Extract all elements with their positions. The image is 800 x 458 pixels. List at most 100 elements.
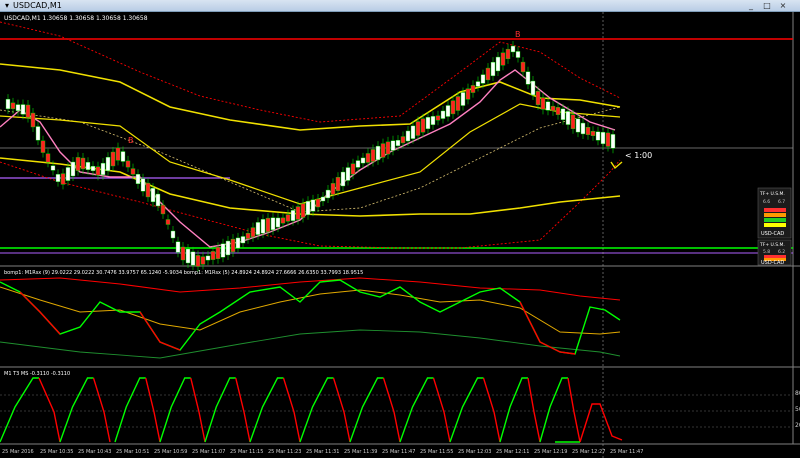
candle-body bbox=[295, 206, 301, 220]
candle-body bbox=[390, 140, 396, 151]
candle-body bbox=[45, 153, 51, 163]
candle-body bbox=[455, 96, 461, 111]
candle-body bbox=[585, 127, 591, 135]
candle-body bbox=[385, 141, 391, 155]
candle-body bbox=[305, 201, 311, 215]
t3-rising-segment bbox=[299, 377, 334, 443]
candle-body bbox=[475, 81, 481, 87]
candle-body bbox=[135, 174, 141, 184]
candle-body bbox=[5, 98, 11, 110]
candle-body bbox=[95, 166, 101, 176]
candle-body bbox=[575, 118, 581, 133]
chart-canvas[interactable]: USDCAD,M1 1.30658 1.30658 1.30658 1.3065… bbox=[0, 12, 800, 458]
candle-body bbox=[485, 67, 491, 81]
candle-body bbox=[550, 105, 556, 112]
candle-body bbox=[565, 111, 571, 125]
candle-body bbox=[35, 126, 41, 141]
t3-rising-segment bbox=[499, 377, 528, 443]
time-axis-label: 25 Mar 11:07 bbox=[192, 449, 225, 455]
time-axis-label: 25 Mar 11:47 bbox=[382, 449, 415, 455]
time-axis-label: 25 Mar 10:43 bbox=[78, 449, 111, 455]
candle-body bbox=[480, 74, 486, 84]
candle-body bbox=[155, 193, 161, 207]
t3-rising-segment bbox=[399, 377, 434, 443]
candle-body bbox=[215, 247, 221, 259]
candle-body bbox=[40, 140, 46, 153]
rsx-slow-line bbox=[0, 329, 621, 359]
t3-falling-segment bbox=[282, 377, 301, 443]
candle-body bbox=[265, 217, 271, 233]
candle-body bbox=[320, 196, 326, 202]
candle-body bbox=[225, 240, 231, 256]
candle-body bbox=[195, 255, 201, 267]
fast-ma-line bbox=[0, 69, 616, 248]
candle-body bbox=[345, 167, 351, 181]
candle-body bbox=[105, 157, 111, 171]
rsx-indicator-label: bomp1: M1Rsx (9) 29.0222 29.0222 30.7476… bbox=[4, 270, 363, 276]
candle-body bbox=[100, 162, 106, 176]
t3-falling-segment bbox=[567, 377, 581, 443]
t3-rising-segment bbox=[539, 377, 568, 443]
candle-body bbox=[535, 90, 541, 106]
candle-body bbox=[495, 56, 501, 72]
widget-value: 6.7 bbox=[778, 199, 785, 205]
candle-body bbox=[545, 101, 551, 111]
candle-body bbox=[240, 236, 246, 244]
signal-arrow bbox=[610, 161, 623, 170]
tf-widget-1[interactable]: TF+ U.S.M. 6.6 6.7 USD-CAD bbox=[757, 187, 792, 239]
candle-body bbox=[50, 165, 56, 171]
time-axis-label: 25 Mar 12:11 bbox=[496, 449, 529, 455]
t3-rising-segment bbox=[249, 377, 284, 443]
time-axis-label: 25 Mar 10:35 bbox=[40, 449, 73, 455]
time-axis-label: 25 Mar 11:15 bbox=[230, 449, 263, 455]
candle-body bbox=[340, 171, 346, 187]
candle-body bbox=[450, 100, 456, 115]
candle-body bbox=[370, 149, 376, 162]
minimize-button[interactable]: _ bbox=[744, 1, 758, 11]
candle-body bbox=[20, 104, 26, 115]
time-axis-label: 25 Mar 10:59 bbox=[154, 449, 187, 455]
candle-body bbox=[445, 105, 451, 117]
maximize-button[interactable]: □ bbox=[760, 1, 774, 11]
close-button[interactable]: × bbox=[776, 1, 790, 11]
candle-body bbox=[90, 166, 96, 171]
t3-falling-segment bbox=[482, 377, 501, 443]
time-axis-label: 25 Mar 2016 bbox=[2, 449, 34, 455]
t3-rising-segment bbox=[449, 377, 484, 443]
window-titlebar[interactable]: ▾ USDCAD,M1 _ □ × bbox=[0, 0, 800, 12]
candle-body bbox=[375, 145, 381, 161]
t3-rising-segment bbox=[0, 377, 39, 443]
time-axis-label: 25 Mar 12:19 bbox=[534, 449, 567, 455]
candle-body bbox=[160, 204, 166, 215]
t3-rising-segment bbox=[349, 377, 384, 443]
level-label: 20 bbox=[795, 422, 800, 429]
t3-falling-segment bbox=[38, 377, 61, 443]
candle-body bbox=[610, 134, 616, 149]
level-label: 50 bbox=[795, 406, 800, 413]
candle-body bbox=[15, 104, 21, 111]
candle-body bbox=[590, 131, 596, 136]
chart-icon: ▾ bbox=[4, 1, 9, 10]
tf-widget-2[interactable]: TF+ U.S.M. 5.8 6.2 USD-CAD bbox=[757, 239, 792, 266]
chart-window[interactable]: USDCAD,M1 1.30658 1.30658 1.30658 1.3065… bbox=[0, 12, 800, 458]
t3-falling-segment bbox=[92, 377, 111, 443]
candle-body bbox=[60, 173, 66, 185]
widget-value: 6.2 bbox=[778, 249, 785, 255]
level-label: 80 bbox=[795, 390, 800, 397]
widget-symbol: USD-CAD bbox=[761, 260, 784, 266]
candle-body bbox=[335, 177, 341, 191]
t3-rising-segment bbox=[59, 377, 94, 443]
time-axis-label: 25 Mar 11:39 bbox=[344, 449, 377, 455]
candle-body bbox=[395, 139, 401, 147]
widget-header: TF+ U.S.M. bbox=[759, 191, 785, 197]
candle-body bbox=[500, 52, 506, 66]
candle-body bbox=[600, 131, 606, 145]
candle-body bbox=[310, 199, 316, 212]
rsx-indicator-lines bbox=[0, 277, 621, 359]
candle-body bbox=[510, 45, 516, 53]
candle-body bbox=[10, 102, 16, 109]
t3-rising-segment bbox=[114, 377, 146, 443]
candle-body bbox=[110, 151, 116, 167]
candle-body bbox=[415, 121, 421, 136]
t3-falling-segment bbox=[382, 377, 401, 443]
